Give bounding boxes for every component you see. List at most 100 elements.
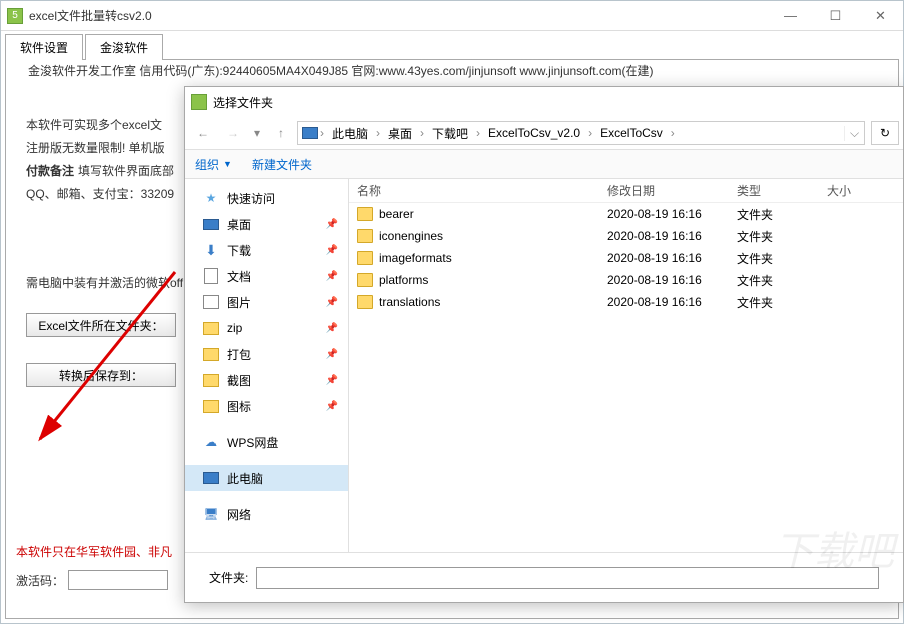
pic-icon — [203, 294, 219, 310]
folder-label: 文件夹: — [209, 569, 248, 586]
list-item[interactable]: platforms2020-08-19 16:16文件夹 — [349, 269, 903, 291]
sidebar-item-label: 此电脑 — [227, 470, 263, 487]
col-date[interactable]: 修改日期 — [599, 182, 729, 199]
list-item[interactable]: bearer 2020-08-19 16:16文件夹 — [349, 203, 903, 225]
sidebar-item-cloud[interactable]: ☁WPS网盘 — [185, 429, 348, 455]
pay-remark-label: 付款备注 — [26, 162, 74, 179]
folder-icon — [203, 398, 219, 414]
cloud-icon: ☁ — [203, 434, 219, 450]
file-name: translations — [379, 295, 440, 309]
sidebar-item-folder[interactable]: 打包📌 — [185, 341, 348, 367]
pay-remark-text: 填写软件界面底部 — [78, 162, 174, 179]
folder-icon — [203, 372, 219, 388]
sidebar-item-label: zip — [227, 321, 242, 335]
file-name: iconengines — [379, 229, 443, 243]
file-name: imageformats — [379, 251, 452, 265]
sidebar-item-label: 图标 — [227, 398, 251, 415]
file-date: 2020-08-19 16:16 — [599, 295, 729, 309]
folder-picker-dialog: 选择文件夹 ← → ▾ ↑ › 此电脑 › 桌面 › 下载吧 › ExcelTo… — [184, 86, 904, 603]
footer-warning: 本软件只在华军软件园、非凡 — [16, 543, 172, 560]
toolbar: 组织▼ 新建文件夹 — [185, 149, 903, 179]
recent-button[interactable]: ▾ — [249, 121, 265, 145]
col-name[interactable]: 名称 — [349, 182, 599, 199]
folder-icon — [203, 346, 219, 362]
folder-icon — [203, 320, 219, 336]
list-item[interactable]: imageformats 2020-08-19 16:16文件夹 — [349, 247, 903, 269]
pin-icon: 📌 — [326, 297, 338, 308]
path-segment[interactable]: 此电脑 — [326, 122, 374, 144]
file-name: bearer — [379, 207, 414, 221]
file-type: 文件夹 — [729, 206, 819, 223]
activation-label: 激活码： — [16, 572, 64, 589]
breadcrumb[interactable]: › 此电脑 › 桌面 › 下载吧 › ExcelToCsv_v2.0 › Exc… — [297, 121, 865, 145]
pin-icon: 📌 — [326, 401, 338, 412]
path-segment[interactable]: 桌面 — [382, 122, 418, 144]
net-icon: 🖥 — [203, 506, 219, 522]
sidebar-item-folder[interactable]: zip 📌 — [185, 315, 348, 341]
file-type: 文件夹 — [729, 250, 819, 267]
sidebar-item-pic[interactable]: 图片 📌 — [185, 289, 348, 315]
dialog-footer: 文件夹: — [185, 552, 903, 602]
minimize-button[interactable]: — — [768, 2, 813, 30]
sidebar-item-label: 截图 — [227, 372, 251, 389]
sidebar-item-folder[interactable]: 图标 📌 — [185, 393, 348, 419]
sidebar-item-label: 桌面 — [227, 216, 251, 233]
sidebar-item-label: 图片 — [227, 294, 251, 311]
path-segment[interactable]: ExcelToCsv_v2.0 — [482, 122, 586, 144]
sidebar-item-label: 文档 — [227, 268, 251, 285]
dialog-titlebar[interactable]: 选择文件夹 — [185, 87, 903, 117]
forward-button[interactable]: → — [219, 121, 247, 145]
pin-icon: 📌 — [326, 323, 338, 334]
folder-icon — [357, 273, 373, 287]
sidebar-item-label: 快速访问 — [227, 190, 275, 207]
path-dropdown-icon[interactable]: ⌵ — [844, 126, 864, 141]
tabs: 软件设置 金浚软件 — [5, 31, 903, 59]
sidebar: ★快速访问桌面📌⬇下载📌文档📌图片📌zip📌打包📌截图📌图标📌☁WPS网盘此电脑… — [185, 179, 349, 552]
close-button[interactable]: ✕ — [858, 2, 903, 30]
sidebar-item-label: 打包 — [227, 346, 251, 363]
list-item[interactable]: iconengines2020-08-19 16:16文件夹 — [349, 225, 903, 247]
sidebar-item-net[interactable]: 🖥 网络 — [185, 501, 348, 527]
annotation-arrow-icon — [20, 264, 180, 449]
sidebar-item-label: 网络 — [227, 506, 251, 523]
doc-icon — [203, 268, 219, 284]
group-header: 金浚软件开发工作室 信用代码(广东):92440605MA4X049J85 官网… — [24, 62, 658, 79]
pin-icon: 📌 — [326, 375, 338, 386]
download-icon: ⬇ — [203, 242, 219, 258]
sidebar-item-star[interactable]: ★快速访问 — [185, 185, 348, 211]
file-type: 文件夹 — [729, 294, 819, 311]
column-headers: 名称 修改日期 类型 大小 — [349, 179, 903, 203]
path-segment[interactable]: 下载吧 — [426, 122, 474, 144]
chevron-right-icon: › — [374, 126, 382, 140]
chevron-right-icon: › — [474, 126, 482, 140]
app-logo-icon: 5 — [7, 8, 23, 24]
tab-jinjun[interactable]: 金浚软件 — [85, 34, 163, 60]
tab-settings[interactable]: 软件设置 — [5, 34, 83, 60]
up-button[interactable]: ↑ — [267, 121, 295, 145]
sidebar-item-download[interactable]: ⬇下载📌 — [185, 237, 348, 263]
maximize-button[interactable]: ☐ — [813, 2, 858, 30]
chevron-right-icon: › — [669, 126, 677, 140]
titlebar[interactable]: 5 excel文件批量转csv2.0 — ☐ ✕ — [1, 1, 903, 31]
organize-menu[interactable]: 组织▼ — [195, 156, 232, 173]
sidebar-item-label: 下载 — [227, 242, 251, 259]
new-folder-button[interactable]: 新建文件夹 — [252, 156, 312, 173]
col-size[interactable]: 大小 — [819, 182, 879, 199]
folder-name-input[interactable] — [256, 567, 879, 589]
back-button[interactable]: ← — [189, 121, 217, 145]
file-date: 2020-08-19 16:16 — [599, 251, 729, 265]
sidebar-item-doc[interactable]: 文档📌 — [185, 263, 348, 289]
sidebar-item-pc[interactable]: 此电脑 — [185, 465, 348, 491]
list-item[interactable]: translations 2020-08-19 16:16文件夹 — [349, 291, 903, 313]
sidebar-item-folder[interactable]: 截图 📌 — [185, 367, 348, 393]
file-date: 2020-08-19 16:16 — [599, 207, 729, 221]
refresh-button[interactable]: ↻ — [871, 121, 899, 145]
desktop-icon — [203, 216, 219, 232]
col-type[interactable]: 类型 — [729, 182, 819, 199]
pc-icon — [302, 125, 318, 141]
path-segment[interactable]: ExcelToCsv — [594, 122, 669, 144]
activation-input[interactable] — [68, 570, 168, 590]
sidebar-item-desktop[interactable]: 桌面📌 — [185, 211, 348, 237]
chevron-right-icon: › — [318, 126, 326, 140]
chevron-right-icon: › — [418, 126, 426, 140]
